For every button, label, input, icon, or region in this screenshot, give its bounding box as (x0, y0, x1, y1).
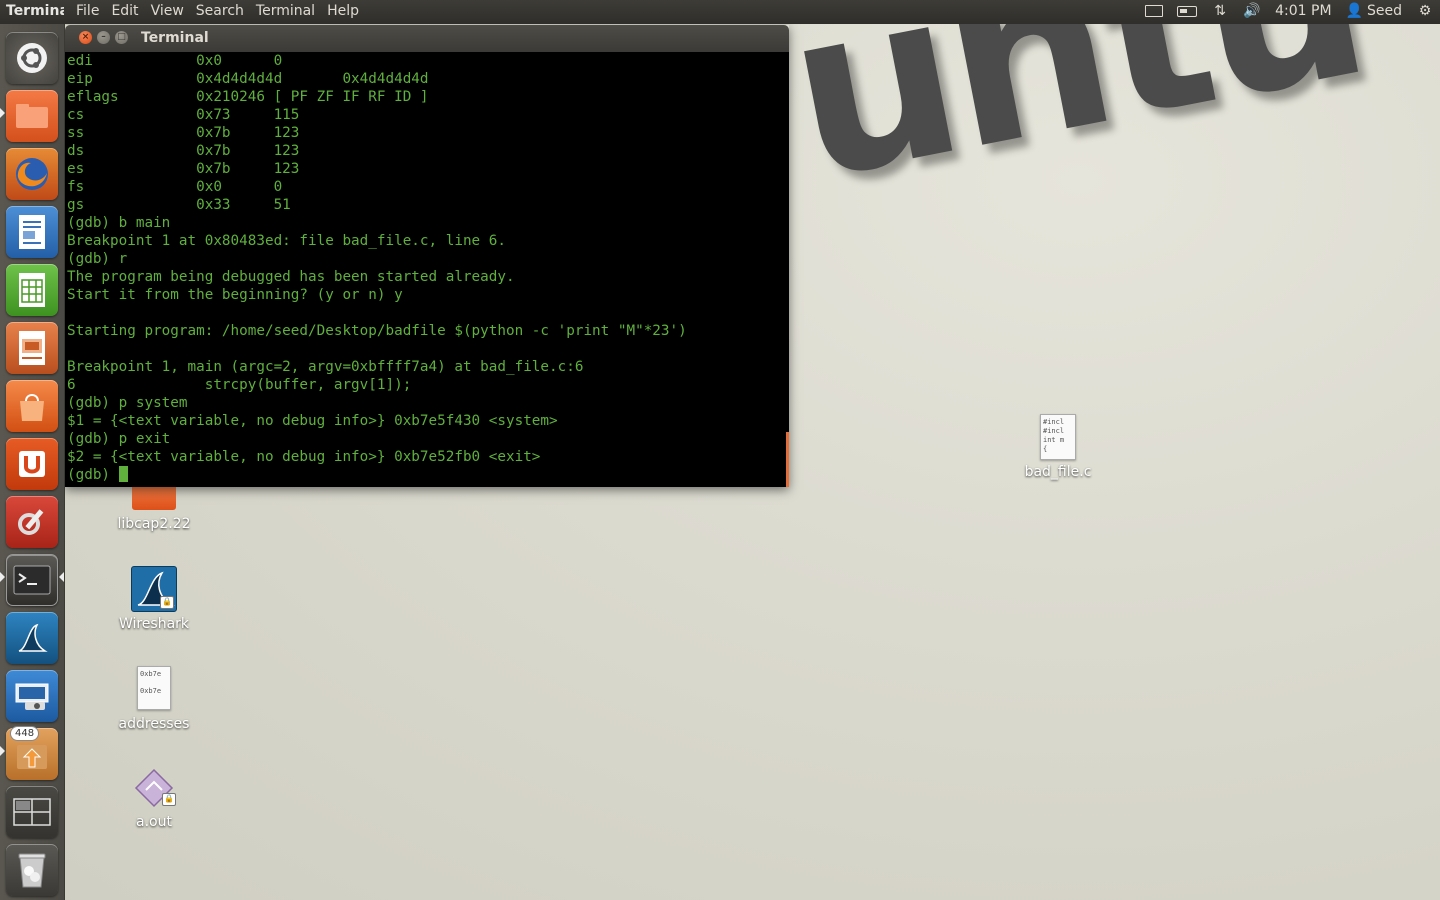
terminal-output[interactable]: edi 0x0 0 eip 0x4d4d4d4d 0x4d4d4d4d eflags… (65, 52, 789, 487)
text-cursor (118, 466, 128, 482)
file-preview-line: int m (1043, 436, 1065, 444)
desktop-icon-label: libcap2.22 (117, 516, 191, 532)
terminal-line: cs 0x73 115 (67, 107, 300, 123)
terminal-line: Breakpoint 1, main (argc=2, argv=0xbffff… (67, 359, 584, 375)
terminal-line: es 0x7b 123 (67, 161, 300, 177)
wireshark-icon: 🔒 (131, 566, 177, 612)
text-file-icon: 0xb7e 0xb7e (137, 666, 171, 710)
window-titlebar[interactable]: × – □ Terminal (65, 25, 789, 52)
folder-icon[interactable] (6, 90, 58, 142)
camera-icon[interactable] (6, 670, 58, 722)
menu-file[interactable]: File (70, 3, 105, 19)
volume-icon[interactable]: 🔊 (1243, 2, 1261, 20)
lock-icon: 🔒 (160, 596, 174, 609)
trash-icon[interactable] (6, 844, 58, 896)
terminal-line: eip 0x4d4d4d4d 0x4d4d4d4d (67, 71, 429, 87)
ubuntu-logo-icon[interactable] (6, 32, 58, 84)
calc-icon[interactable] (6, 264, 58, 316)
file-preview-line: { (1043, 445, 1048, 453)
terminal-line: (gdb) r (67, 251, 128, 267)
terminal-line: edi 0x0 0 (67, 53, 283, 69)
battery-icon[interactable] (1177, 5, 1198, 17)
terminal-prompt-line[interactable]: (gdb) (67, 466, 789, 484)
window-title: Terminal (141, 30, 209, 46)
terminal-line: (gdb) p system (67, 395, 188, 411)
desktop-icon-aout[interactable]: 🔒 a.out (104, 768, 204, 830)
terminal-line: (gdb) b main (67, 215, 171, 231)
menu-help[interactable]: Help (321, 3, 365, 19)
user-menu[interactable]: 👤 Seed (1346, 3, 1402, 19)
terminal-icon[interactable] (6, 554, 58, 606)
menu-bar: File Edit View Search Terminal Help (70, 3, 365, 19)
launcher: 448 (0, 24, 65, 900)
menu-terminal[interactable]: Terminal (250, 3, 321, 19)
mail-icon[interactable] (1145, 5, 1164, 17)
terminal-window[interactable]: × – □ Terminal edi 0x0 0 eip 0x4d4d4d4d 0… (65, 25, 789, 487)
settings-icon[interactable] (6, 496, 58, 548)
indicator-area: ⇅ 🔊 4:01 PM 👤 Seed ⚙ (1145, 2, 1434, 20)
file-preview-line: #incl (1043, 418, 1065, 426)
terminal-line: (gdb) p exit (67, 431, 171, 447)
impress-icon[interactable] (6, 322, 58, 374)
lock-icon: 🔒 (162, 793, 176, 806)
maximize-icon[interactable]: □ (115, 31, 128, 44)
terminal-line: eflags 0x210246 [ PF ZF IF RF ID ] (67, 89, 429, 105)
file-preview-line: 0xb7e (140, 670, 162, 678)
executable-icon: 🔒 (134, 768, 176, 810)
scrollbar-indicator[interactable] (786, 432, 789, 487)
terminal-line: $2 = {<text variable, no debug info>} 0x… (67, 449, 541, 465)
file-preview-line: 0xb7e (140, 687, 162, 695)
menu-search[interactable]: Search (190, 3, 250, 19)
workspaces-icon[interactable] (6, 786, 58, 838)
terminal-line: ss 0x7b 123 (67, 125, 300, 141)
terminal-line: ds 0x7b 123 (67, 143, 300, 159)
desktop-icon-label: a.out (136, 814, 172, 830)
shopping-bag-icon[interactable] (6, 380, 58, 432)
close-icon[interactable]: × (79, 31, 92, 44)
terminal-lines: edi 0x0 0 eip 0x4d4d4d4d 0x4d4d4d4d eflags… (67, 52, 789, 466)
desktop-icon-bad-file[interactable]: #incl #incl int m { bad_file.c (1008, 414, 1108, 480)
terminal-line: gs 0x33 51 (67, 197, 291, 213)
top-panel: Terminal File Edit View Search Terminal … (0, 0, 1440, 24)
update-icon[interactable]: 448 (6, 726, 58, 780)
terminal-line: 6 strcpy(buffer, argv[1]); (67, 377, 412, 393)
user-name: Seed (1367, 3, 1402, 19)
gear-icon[interactable]: ⚙ (1416, 2, 1434, 20)
wallpaper-logo-text: untu (770, 0, 1380, 233)
desktop-icon-label: bad_file.c (1024, 464, 1092, 480)
network-icon[interactable]: ⇅ (1211, 2, 1229, 20)
file-preview-line: #incl (1043, 427, 1065, 435)
user-icon: 👤 (1345, 3, 1363, 19)
minimize-icon[interactable]: – (97, 31, 110, 44)
terminal-line: Breakpoint 1 at 0x80483ed: file bad_file… (67, 233, 506, 249)
writer-icon[interactable] (6, 206, 58, 258)
wireshark-icon[interactable] (6, 612, 58, 664)
menu-edit[interactable]: Edit (105, 3, 144, 19)
clock[interactable]: 4:01 PM (1275, 3, 1331, 19)
terminal-line: The program being debugged has been star… (67, 269, 515, 285)
ubuntu-one-icon[interactable] (6, 438, 58, 490)
desktop-icon-label: addresses (118, 716, 190, 732)
desktop-icon-libcap[interactable]: libcap2.22 (104, 484, 204, 532)
terminal-line: fs 0x0 0 (67, 179, 283, 195)
menu-view[interactable]: View (145, 3, 190, 19)
desktop-icon-label: Wireshark (118, 616, 190, 632)
update-count-badge: 448 (10, 726, 40, 741)
active-app-name: Terminal (6, 3, 64, 19)
c-source-icon: #incl #incl int m { (1040, 414, 1076, 460)
folder-icon (132, 484, 176, 510)
terminal-line: Starting program: /home/seed/Desktop/bad… (67, 323, 687, 339)
terminal-prompt: (gdb) (67, 467, 119, 483)
terminal-line: Start it from the beginning? (y or n) y (67, 287, 403, 303)
terminal-line: $1 = {<text variable, no debug info>} 0x… (67, 413, 558, 429)
desktop-icon-wireshark[interactable]: 🔒 Wireshark (104, 566, 204, 632)
firefox-icon[interactable] (6, 148, 58, 200)
desktop-icon-addresses[interactable]: 0xb7e 0xb7e addresses (104, 666, 204, 732)
